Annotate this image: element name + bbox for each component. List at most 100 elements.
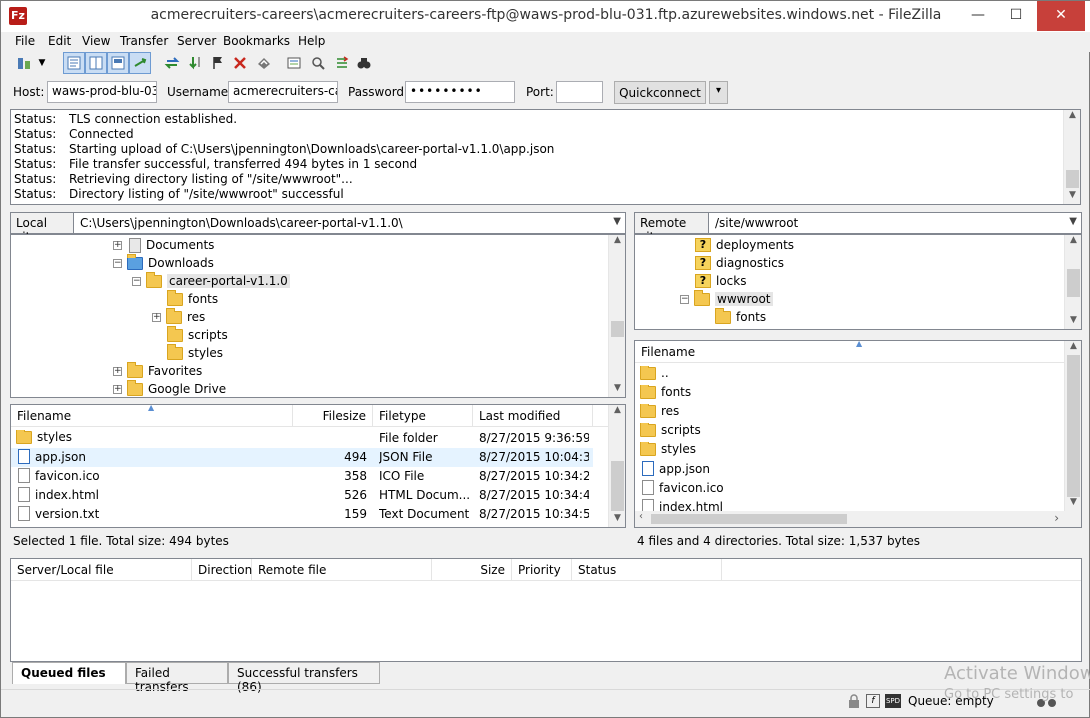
- scroll-right-icon[interactable]: ›: [1054, 511, 1059, 525]
- username-input[interactable]: acmerecruiters-care: [228, 81, 338, 103]
- directory-listing-filters-icon[interactable]: [283, 52, 305, 74]
- expand-icon[interactable]: +: [113, 384, 122, 394]
- file-row[interactable]: styles: [635, 441, 1063, 460]
- reconnect-icon[interactable]: [253, 52, 275, 74]
- scroll-up-icon[interactable]: ▲: [1064, 110, 1081, 124]
- remote-file-list[interactable]: Filename ▲ .. fonts res scripts styles a…: [634, 339, 1082, 528]
- column-direction[interactable]: Direction: [192, 559, 252, 581]
- toggle-local-tree-icon[interactable]: [85, 52, 107, 74]
- file-row[interactable]: version.txt 159 Text Document 8/27/2015 10:…: [11, 505, 593, 524]
- compare-directories-icon[interactable]: [331, 52, 353, 74]
- column-status[interactable]: Status: [572, 559, 722, 581]
- file-row[interactable]: fonts: [635, 384, 1063, 403]
- collapse-icon[interactable]: −: [113, 258, 122, 268]
- file-row[interactable]: index.html 526 HTML Docum... 8/27/2015 10:3…: [11, 486, 593, 505]
- menu-edit[interactable]: Edit: [48, 34, 71, 48]
- collapse-icon[interactable]: −: [132, 276, 141, 286]
- expand-icon[interactable]: +: [113, 366, 122, 376]
- transfer-queue[interactable]: Server/Local file Direction Remote file …: [10, 558, 1082, 662]
- minimize-button[interactable]: —: [959, 1, 997, 31]
- speed-limit-icon[interactable]: SPD: [885, 694, 901, 708]
- tree-item-career-portal[interactable]: − career-portal-v1.1.0: [132, 271, 290, 290]
- file-row[interactable]: ..: [635, 365, 1063, 384]
- remote-list-hscrollbar[interactable]: ‹ ›: [635, 511, 1081, 527]
- scroll-down-icon[interactable]: ▼: [1064, 190, 1081, 204]
- scroll-up-icon[interactable]: ▲: [1065, 341, 1082, 355]
- local-site-path-input[interactable]: C:\Users\jpennington\Downloads\career-po…: [73, 212, 626, 234]
- tab-queued-files[interactable]: Queued files: [12, 662, 126, 684]
- tree-item-documents[interactable]: + Documents: [113, 236, 214, 254]
- tree-item-deployments[interactable]: ? deployments: [695, 236, 794, 254]
- scroll-thumb[interactable]: [1066, 170, 1079, 188]
- file-row[interactable]: res: [635, 403, 1063, 422]
- scroll-up-icon[interactable]: ▲: [609, 235, 626, 249]
- menu-help[interactable]: Help: [298, 34, 325, 48]
- scroll-down-icon[interactable]: ▼: [1065, 497, 1082, 511]
- remote-site-path-input[interactable]: /site/wwwroot: [708, 212, 1082, 234]
- chevron-down-icon[interactable]: ▼: [1069, 216, 1077, 227]
- file-row[interactable]: app.json: [635, 460, 1063, 479]
- cancel-operation-icon[interactable]: [207, 52, 229, 74]
- tab-successful-transfers[interactable]: Successful transfers (86): [228, 662, 380, 694]
- remote-tree-scrollbar[interactable]: ▲ ▼: [1064, 235, 1081, 329]
- column-filetype[interactable]: Filetype: [373, 405, 473, 427]
- tree-item-fonts[interactable]: fonts: [715, 307, 766, 326]
- toggle-message-log-icon[interactable]: [63, 52, 85, 74]
- tree-item-res[interactable]: + res: [152, 307, 205, 326]
- toggle-remote-tree-icon[interactable]: [107, 52, 129, 74]
- file-row[interactable]: favicon.ico: [635, 479, 1063, 498]
- menu-file[interactable]: File: [15, 34, 35, 48]
- tab-failed-transfers[interactable]: Failed transfers: [126, 662, 228, 694]
- tree-item-styles[interactable]: styles: [167, 343, 223, 362]
- host-input[interactable]: waws-prod-blu-031: [47, 81, 157, 103]
- column-priority[interactable]: Priority: [512, 559, 572, 581]
- tree-item-downloads[interactable]: − Downloads: [113, 253, 214, 272]
- scroll-down-icon[interactable]: ▼: [609, 383, 626, 397]
- port-input[interactable]: [556, 81, 603, 103]
- chevron-down-icon[interactable]: ▼: [613, 216, 621, 227]
- close-button[interactable]: ✕: [1037, 1, 1085, 31]
- search-remote-files-icon[interactable]: [353, 52, 375, 74]
- process-queue-icon[interactable]: [185, 52, 207, 74]
- tree-item-fonts[interactable]: fonts: [167, 289, 218, 308]
- disconnect-icon[interactable]: [229, 52, 251, 74]
- column-filesize[interactable]: Filesize: [293, 405, 373, 427]
- quickconnect-dropdown-icon[interactable]: ▾: [709, 81, 728, 104]
- scroll-down-icon[interactable]: ▼: [1065, 315, 1082, 329]
- tree-item-google-drive[interactable]: + Google Drive: [113, 379, 226, 398]
- scroll-thumb[interactable]: [1067, 269, 1080, 297]
- remote-directory-tree[interactable]: ? deployments ? diagnostics ? locks − wwwroo…: [634, 234, 1082, 330]
- tree-item-favorites[interactable]: + Favorites: [113, 361, 202, 380]
- expand-icon[interactable]: +: [113, 240, 122, 250]
- file-row[interactable]: scripts: [635, 422, 1063, 441]
- toggle-synchronized-browsing-icon[interactable]: [307, 52, 329, 74]
- scroll-thumb[interactable]: [611, 461, 624, 511]
- menu-view[interactable]: View: [82, 34, 110, 48]
- scroll-thumb[interactable]: [651, 514, 847, 524]
- toggle-transfer-queue-icon[interactable]: [129, 52, 151, 74]
- column-server-local-file[interactable]: Server/Local file: [11, 559, 192, 581]
- site-manager-icon[interactable]: [13, 52, 35, 74]
- scroll-up-icon[interactable]: ▲: [609, 405, 626, 419]
- local-list-scrollbar[interactable]: ▲ ▼: [608, 405, 625, 527]
- column-size[interactable]: Size: [432, 559, 512, 581]
- tree-item-wwwroot[interactable]: − wwwroot: [680, 289, 773, 308]
- chevron-down-icon[interactable]: ▼: [35, 52, 49, 74]
- filter-icon[interactable]: f: [866, 694, 880, 708]
- expand-icon[interactable]: +: [152, 312, 161, 322]
- maximize-button[interactable]: ☐: [997, 1, 1035, 31]
- tree-item-locks[interactable]: ? locks: [695, 272, 746, 290]
- local-directory-tree[interactable]: + Documents − Downloads − career-portal-v1.…: [10, 234, 626, 398]
- scroll-thumb[interactable]: [1067, 355, 1080, 497]
- menu-server[interactable]: Server: [177, 34, 216, 48]
- log-scrollbar[interactable]: ▲ ▼: [1063, 110, 1080, 204]
- tree-item-diagnostics[interactable]: ? diagnostics: [695, 254, 784, 272]
- tree-item-scripts[interactable]: scripts: [167, 325, 228, 344]
- scroll-thumb[interactable]: [611, 321, 624, 337]
- file-row-selected[interactable]: app.json 494 JSON File 8/27/2015 10:04:32..…: [11, 448, 593, 467]
- local-file-list[interactable]: Filename ▲ Filesize Filetype Last modifi…: [10, 403, 626, 528]
- scroll-down-icon[interactable]: ▼: [609, 513, 626, 527]
- scroll-left-icon[interactable]: ‹: [639, 511, 643, 522]
- file-row[interactable]: styles File folder 8/27/2015 9:36:59 ...: [11, 429, 593, 448]
- local-tree-scrollbar[interactable]: ▲ ▼: [608, 235, 625, 397]
